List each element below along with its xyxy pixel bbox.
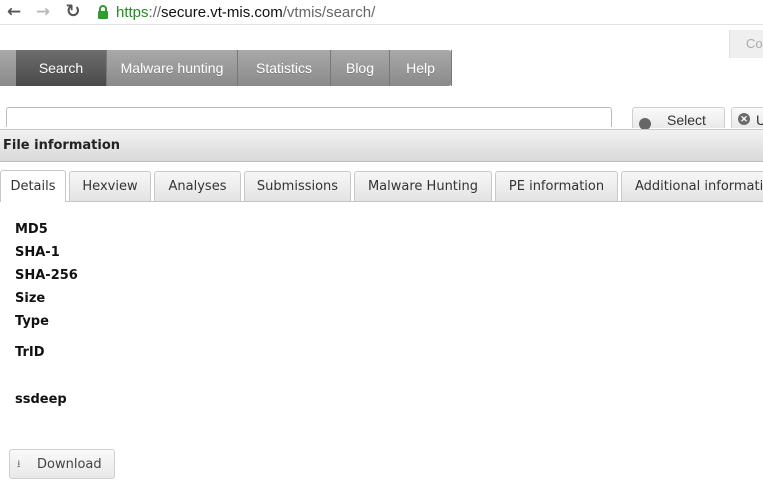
close-icon: ✕ [738, 113, 750, 125]
field-label-trid: TrID [15, 345, 45, 360]
field-label-type: Type [15, 314, 49, 329]
panel-title: File information [3, 138, 121, 153]
tab-analyses[interactable]: Analyses [154, 171, 241, 201]
unselect-button-label: U [756, 112, 763, 128]
nav-item-malware-hunting[interactable]: Malware hunting [107, 50, 238, 86]
field-label-sha1: SHA-1 [15, 245, 60, 260]
nav-item-statistics[interactable]: Statistics [238, 50, 331, 86]
tab-details[interactable]: Details [0, 170, 66, 202]
field-label-sha256: SHA-256 [15, 268, 78, 283]
select-button-label: Select [667, 112, 706, 128]
main-nav: Search Malware hunting Statistics Blog H… [0, 50, 452, 86]
url-host: secure.vt-mis.com [161, 3, 283, 21]
url-scheme: https [116, 3, 149, 21]
lock-icon [98, 5, 108, 19]
download-icon: ⭳ [17, 459, 21, 470]
nav-item-search[interactable]: Search [16, 50, 107, 86]
download-button[interactable]: ⭳ Download [9, 449, 115, 479]
tab-malware-hunting[interactable]: Malware Hunting [354, 171, 492, 201]
tab-pe-information[interactable]: PE information [495, 171, 618, 201]
forward-arrow-icon[interactable]: → [33, 2, 53, 22]
top-right-text: Co [746, 36, 763, 51]
select-button[interactable]: Select [632, 107, 725, 130]
nav-item-blog[interactable]: Blog [331, 50, 390, 86]
back-arrow-icon[interactable]: ← [4, 2, 24, 22]
url-path: /vtmis/search/ [282, 3, 376, 21]
tab-submissions[interactable]: Submissions [244, 171, 351, 201]
reload-icon[interactable]: ↻ [63, 2, 83, 22]
url-separator: :// [148, 3, 162, 21]
field-label-size: Size [15, 291, 46, 306]
tab-hexview[interactable]: Hexview [69, 171, 151, 201]
unselect-button[interactable]: ✕ U [731, 107, 763, 128]
tab-bar: Details Hexview Analyses Submissions Mal… [0, 170, 763, 202]
field-label-ssdeep: ssdeep [15, 392, 67, 407]
file-information-header: File information [0, 129, 763, 162]
search-input[interactable] [6, 107, 612, 127]
field-label-md5: MD5 [15, 222, 48, 237]
tab-additional-information[interactable]: Additional information [621, 171, 763, 201]
nav-item-help[interactable]: Help [390, 50, 452, 86]
url-text: https://secure.vt-mis.com/vtmis/search/ [116, 4, 375, 21]
download-button-label: Download [37, 457, 102, 472]
address-bar[interactable]: https://secure.vt-mis.com/vtmis/search/ [96, 3, 375, 21]
top-right-link[interactable]: Co [729, 30, 763, 58]
browser-toolbar: ← → ↻ https://secure.vt-mis.com/vtmis/se… [0, 0, 763, 25]
